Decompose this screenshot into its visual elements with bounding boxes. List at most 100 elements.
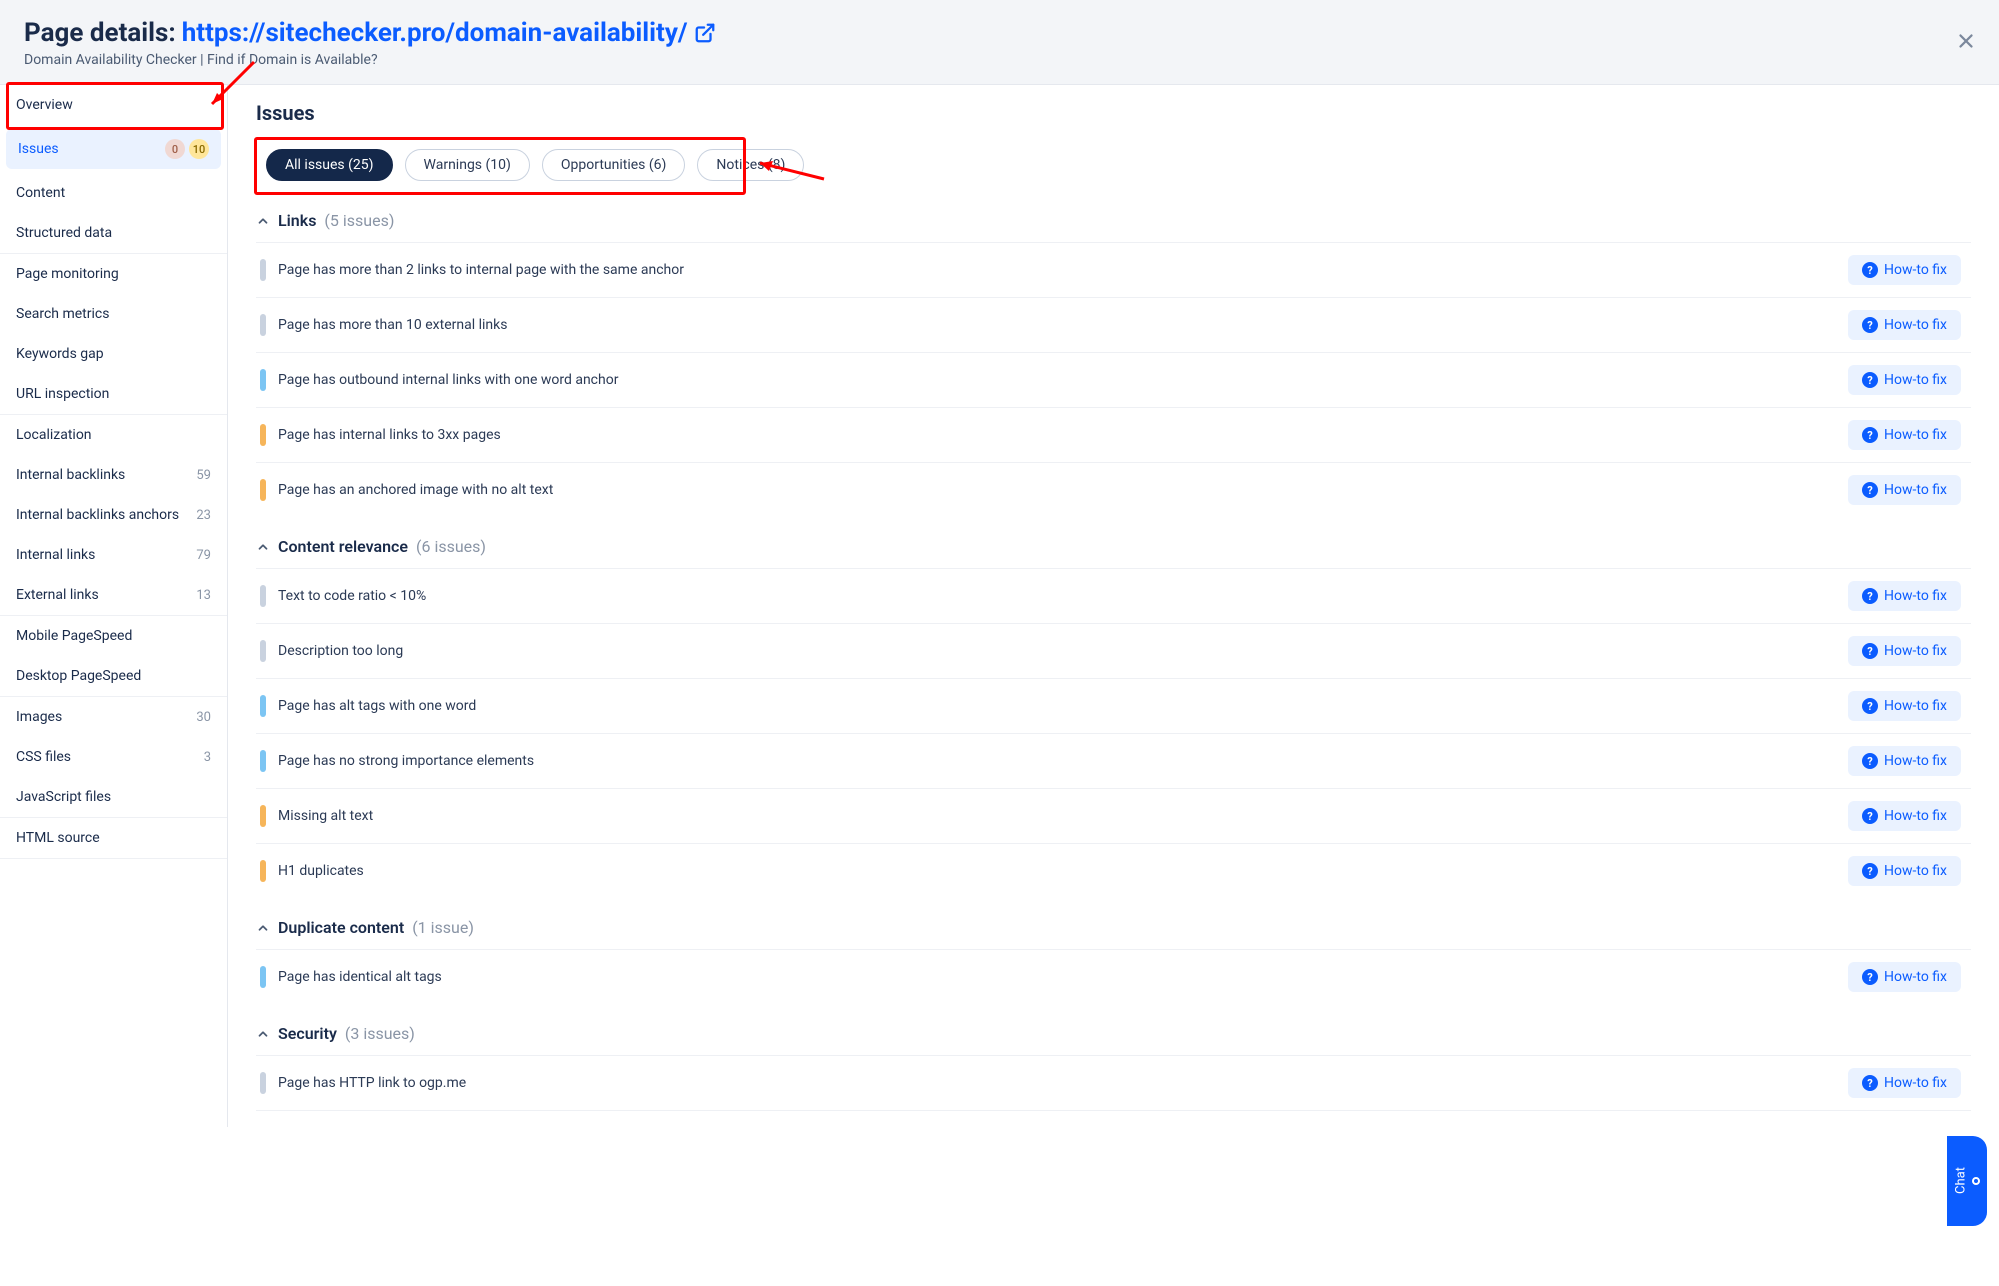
group-title: Content relevance <box>278 537 408 556</box>
how-to-fix-button[interactable]: ?How-to fix <box>1848 255 1961 285</box>
filter-pill-opportunities[interactable]: Opportunities (6) <box>542 149 686 181</box>
how-to-fix-button[interactable]: ?How-to fix <box>1848 581 1961 611</box>
sidebar-item-localization[interactable]: Localization <box>0 415 227 455</box>
sidebar-item-label: Overview <box>16 97 73 113</box>
issue-row[interactable]: Page has no strong importance elements ?H… <box>256 733 1971 788</box>
issue-row[interactable]: Page has more than 10 external links?How… <box>256 297 1971 352</box>
issue-row[interactable]: Page has internal links to 3xx pages?How… <box>256 407 1971 462</box>
chevron-up-icon <box>256 1027 270 1041</box>
issue-row[interactable]: Description too long ?How-to fix <box>256 623 1971 678</box>
how-to-fix-button[interactable]: ? How-to fix <box>1848 856 1961 886</box>
how-to-fix-button[interactable]: ?How-to fix <box>1848 310 1961 340</box>
sidebar-item-overview[interactable]: Overview <box>0 85 227 125</box>
sidebar-item-search-metrics[interactable]: Search metrics <box>0 294 227 334</box>
issue-row[interactable]: Text to code ratio < 10%?How-to fix <box>256 568 1971 623</box>
issue-text: H1 duplicates <box>278 863 364 879</box>
filter-pill-warnings[interactable]: Warnings (10) <box>405 149 530 181</box>
group-count: (1 issue) <box>412 918 474 937</box>
sidebar-item-mobile-pagespeed[interactable]: Mobile PageSpeed <box>0 616 227 656</box>
issue-row[interactable]: Page has alt tags with one word?How-to f… <box>256 678 1971 733</box>
sidebar-item-internal-backlinks[interactable]: Internal backlinks59 <box>0 455 227 495</box>
sidebar-item-internal-links[interactable]: Internal links79 <box>0 535 227 575</box>
sidebar-item-external-links[interactable]: External links 13 <box>0 575 227 615</box>
issue-row[interactable]: Page has outbound internal links with on… <box>256 352 1971 407</box>
group-title: Security <box>278 1024 337 1043</box>
help-icon: ? <box>1862 753 1878 769</box>
sidebar-item-count: 30 <box>196 710 211 725</box>
issue-row[interactable]: Page has identical alt tags?How-to fix <box>256 949 1971 1004</box>
sidebar: Overview Issues010ContentStructured data P… <box>0 85 228 1127</box>
sidebar-item-label: HTML source <box>16 830 100 846</box>
sidebar-item-label: External links <box>16 587 99 603</box>
page-title: Page details: https://sitechecker.pro/do… <box>24 18 1975 48</box>
sidebar-item-url-inspection[interactable]: URL inspection <box>0 374 227 414</box>
sidebar-item-desktop-pagespeed[interactable]: Desktop PageSpeed <box>0 656 227 696</box>
issue-group-header[interactable]: Duplicate content (1 issue) <box>256 898 1971 949</box>
severity-indicator <box>260 259 266 281</box>
sidebar-item-count: 3 <box>204 750 211 765</box>
sidebar-item-label: Internal backlinks <box>16 467 125 483</box>
how-to-fix-label: How-to fix <box>1884 427 1947 443</box>
how-to-fix-button[interactable]: ?How-to fix <box>1848 420 1961 450</box>
chevron-up-icon <box>256 921 270 935</box>
issue-row[interactable]: Missing alt text ?How-to fix <box>256 788 1971 843</box>
sidebar-item-issues[interactable]: Issues010 <box>6 129 221 169</box>
chat-label: Chat <box>1954 1168 1969 1195</box>
chat-button[interactable]: Chat <box>1947 1136 1987 1226</box>
issue-row[interactable]: Page has HTTP link to ogp.me?How-to fix <box>256 1055 1971 1111</box>
sidebar-item-label: Localization <box>16 427 92 443</box>
badge-warnings: 10 <box>189 139 209 159</box>
how-to-fix-button[interactable]: ?How-to fix <box>1848 365 1961 395</box>
issue-text: Missing alt text <box>278 808 373 824</box>
main-content: Issues All issues (25)Warnings (10)Oppor… <box>228 85 1999 1127</box>
how-to-fix-button[interactable]: ?How-to fix <box>1848 1068 1961 1098</box>
sidebar-item-label: Page monitoring <box>16 266 119 282</box>
sidebar-item-css-files[interactable]: CSS files3 <box>0 737 227 777</box>
sidebar-item-count: 13 <box>196 588 211 603</box>
sidebar-item-label: Keywords gap <box>16 346 104 362</box>
help-icon: ? <box>1862 863 1878 879</box>
how-to-fix-button[interactable]: ?How-to fix <box>1848 691 1961 721</box>
how-to-fix-label: How-to fix <box>1884 863 1947 879</box>
severity-indicator <box>260 640 266 662</box>
sidebar-item-label: Internal backlinks anchors <box>16 507 179 523</box>
chevron-up-icon <box>256 540 270 554</box>
filter-pill-row: All issues (25) Warnings (10) Opportunitie… <box>256 139 1971 191</box>
sidebar-item-content[interactable]: Content <box>0 173 227 213</box>
issue-text: Page has no strong importance elements <box>278 753 534 769</box>
sidebar-item-page-monitoring[interactable]: Page monitoring <box>0 254 227 294</box>
how-to-fix-label: How-to fix <box>1884 262 1947 278</box>
how-to-fix-button[interactable]: ?How-to fix <box>1848 962 1961 992</box>
sidebar-item-keywords-gap[interactable]: Keywords gap <box>0 334 227 374</box>
how-to-fix-button[interactable]: ?How-to fix <box>1848 746 1961 776</box>
sidebar-item-html-source[interactable]: HTML source <box>0 818 227 858</box>
sidebar-item-internal-backlinks-anchors[interactable]: Internal backlinks anchors23 <box>0 495 227 535</box>
issue-group-header[interactable]: Content relevance (6 issues) <box>256 517 1971 568</box>
issue-row[interactable]: H1 duplicates? How-to fix <box>256 843 1971 898</box>
chat-status-icon <box>1973 1177 1981 1185</box>
how-to-fix-button[interactable]: ?How-to fix <box>1848 636 1961 666</box>
help-icon: ? <box>1862 482 1878 498</box>
sidebar-item-label: Images <box>16 709 62 725</box>
issue-text: Description too long <box>278 643 403 659</box>
how-to-fix-button[interactable]: ?How-to fix <box>1848 475 1961 505</box>
sidebar-item-label: Mobile PageSpeed <box>16 628 132 644</box>
issue-row[interactable]: Page has an anchored image with no alt t… <box>256 462 1971 517</box>
issue-group-header[interactable]: Links (5 issues) <box>256 191 1971 242</box>
help-icon: ? <box>1862 588 1878 604</box>
help-icon: ? <box>1862 969 1878 985</box>
sidebar-item-javascript-files[interactable]: JavaScript files <box>0 777 227 817</box>
issue-row[interactable]: Page has more than 2 links to internal p… <box>256 242 1971 297</box>
severity-indicator <box>260 479 266 501</box>
severity-indicator <box>260 369 266 391</box>
page-url-link[interactable]: https://sitechecker.pro/domain-availabil… <box>182 18 688 48</box>
filter-pill-all[interactable]: All issues (25) <box>266 149 393 181</box>
issue-group-header[interactable]: Security (3 issues) <box>256 1004 1971 1055</box>
sidebar-item-images[interactable]: Images 30 <box>0 697 227 737</box>
filter-pill-notices[interactable]: Notices (8) <box>697 149 804 181</box>
sidebar-item-structured-data[interactable]: Structured data <box>0 213 227 253</box>
external-link-icon[interactable] <box>694 22 716 44</box>
close-icon[interactable] <box>1955 30 1977 56</box>
severity-indicator <box>260 314 266 336</box>
how-to-fix-button[interactable]: ?How-to fix <box>1848 801 1961 831</box>
